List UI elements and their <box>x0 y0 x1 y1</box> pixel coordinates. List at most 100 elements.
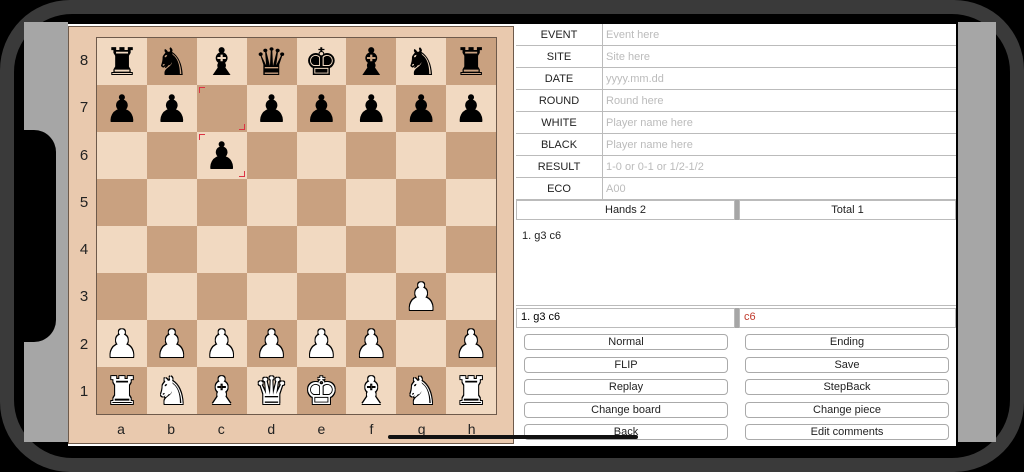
square-f4[interactable] <box>346 226 397 273</box>
square-b1[interactable]: ♞ <box>146 367 197 414</box>
square-c5[interactable] <box>196 179 247 226</box>
black-bishop-icon[interactable]: ♝ <box>354 43 388 81</box>
edit-comments-button[interactable]: Edit comments <box>745 424 949 440</box>
square-b7[interactable]: ♟ <box>146 85 197 132</box>
square-a7[interactable]: ♟ <box>97 85 147 132</box>
square-d7[interactable]: ♟ <box>246 85 297 132</box>
black-pawn-icon[interactable]: ♟ <box>105 90 139 128</box>
square-g7[interactable]: ♟ <box>396 85 447 132</box>
black-knight-icon[interactable]: ♞ <box>404 43 438 81</box>
square-d6[interactable] <box>246 132 297 179</box>
square-f7[interactable]: ♟ <box>346 85 397 132</box>
square-h7[interactable]: ♟ <box>446 85 496 132</box>
square-g5[interactable] <box>396 179 447 226</box>
white-rook-icon[interactable]: ♜ <box>454 372 488 410</box>
square-a2[interactable]: ♟ <box>97 320 147 367</box>
square-c2[interactable]: ♟ <box>196 320 247 367</box>
home-indicator[interactable] <box>388 435 638 439</box>
square-g8[interactable]: ♞ <box>396 38 447 85</box>
change-board-button[interactable]: Change board <box>524 402 728 418</box>
header-input-site[interactable] <box>604 47 958 66</box>
black-pawn-icon[interactable]: ♟ <box>354 90 388 128</box>
square-a4[interactable] <box>97 226 147 273</box>
white-pawn-icon[interactable]: ♟ <box>454 325 488 363</box>
replay-button[interactable]: Replay <box>524 379 728 395</box>
black-pawn-icon[interactable]: ♟ <box>454 90 488 128</box>
square-f1[interactable]: ♝ <box>346 367 397 414</box>
normal-button[interactable]: Normal <box>524 334 728 350</box>
square-e6[interactable] <box>296 132 347 179</box>
square-c6[interactable]: ♟ <box>196 132 247 179</box>
square-g4[interactable] <box>396 226 447 273</box>
white-knight-icon[interactable]: ♞ <box>404 372 438 410</box>
header-input-date[interactable] <box>604 69 958 88</box>
square-c4[interactable] <box>196 226 247 273</box>
square-h6[interactable] <box>446 132 496 179</box>
save-button[interactable]: Save <box>745 357 949 373</box>
black-pawn-icon[interactable]: ♟ <box>304 90 338 128</box>
tab-total[interactable]: Total 1 <box>739 200 956 220</box>
square-c8[interactable]: ♝ <box>196 38 247 85</box>
square-a5[interactable] <box>97 179 147 226</box>
square-h8[interactable]: ♜ <box>446 38 496 85</box>
white-pawn-icon[interactable]: ♟ <box>155 325 189 363</box>
square-f8[interactable]: ♝ <box>346 38 397 85</box>
black-pawn-icon[interactable]: ♟ <box>205 137 239 175</box>
black-pawn-icon[interactable]: ♟ <box>155 90 189 128</box>
black-bishop-icon[interactable]: ♝ <box>205 43 239 81</box>
square-b3[interactable] <box>146 273 197 320</box>
square-b5[interactable] <box>146 179 197 226</box>
square-g3[interactable]: ♟ <box>396 273 447 320</box>
header-input-white[interactable] <box>604 113 958 132</box>
black-king-icon[interactable]: ♚ <box>304 43 338 81</box>
white-pawn-icon[interactable]: ♟ <box>354 325 388 363</box>
square-h5[interactable] <box>446 179 496 226</box>
black-knight-icon[interactable]: ♞ <box>155 43 189 81</box>
square-f2[interactable]: ♟ <box>346 320 397 367</box>
black-rook-icon[interactable]: ♜ <box>105 43 139 81</box>
white-pawn-icon[interactable]: ♟ <box>304 325 338 363</box>
flip-button[interactable]: FLIP <box>524 357 728 373</box>
square-f6[interactable] <box>346 132 397 179</box>
square-b2[interactable]: ♟ <box>146 320 197 367</box>
square-e8[interactable]: ♚ <box>296 38 347 85</box>
square-h1[interactable]: ♜ <box>446 367 496 414</box>
square-b4[interactable] <box>146 226 197 273</box>
square-h2[interactable]: ♟ <box>446 320 496 367</box>
black-queen-icon[interactable]: ♛ <box>255 43 289 81</box>
white-king-icon[interactable]: ♚ <box>304 372 338 410</box>
white-queen-icon[interactable]: ♛ <box>255 372 289 410</box>
square-e5[interactable] <box>296 179 347 226</box>
square-d3[interactable] <box>246 273 297 320</box>
square-d8[interactable]: ♛ <box>246 38 297 85</box>
square-e1[interactable]: ♚ <box>296 367 347 414</box>
moves-list[interactable]: 1. g3 c6 <box>516 222 956 306</box>
change-piece-button[interactable]: Change piece <box>745 402 949 418</box>
black-pawn-icon[interactable]: ♟ <box>404 90 438 128</box>
square-c3[interactable] <box>196 273 247 320</box>
square-g2[interactable] <box>396 320 447 367</box>
tab-hands[interactable]: Hands 2 <box>516 200 735 220</box>
white-pawn-icon[interactable]: ♟ <box>255 325 289 363</box>
square-d2[interactable]: ♟ <box>246 320 297 367</box>
square-h4[interactable] <box>446 226 496 273</box>
header-input-event[interactable] <box>604 25 958 44</box>
ending-button[interactable]: Ending <box>745 334 949 350</box>
white-knight-icon[interactable]: ♞ <box>155 372 189 410</box>
white-bishop-icon[interactable]: ♝ <box>205 372 239 410</box>
square-e7[interactable]: ♟ <box>296 85 347 132</box>
square-d1[interactable]: ♛ <box>246 367 297 414</box>
white-pawn-icon[interactable]: ♟ <box>105 325 139 363</box>
square-e2[interactable]: ♟ <box>296 320 347 367</box>
header-input-round[interactable] <box>604 91 958 110</box>
square-g6[interactable] <box>396 132 447 179</box>
header-input-black[interactable] <box>604 135 958 154</box>
white-rook-icon[interactable]: ♜ <box>105 372 139 410</box>
square-a6[interactable] <box>97 132 147 179</box>
square-e3[interactable] <box>296 273 347 320</box>
square-a1[interactable]: ♜ <box>97 367 147 414</box>
square-g1[interactable]: ♞ <box>396 367 447 414</box>
square-c7[interactable] <box>196 85 247 132</box>
square-a3[interactable] <box>97 273 147 320</box>
square-d4[interactable] <box>246 226 297 273</box>
